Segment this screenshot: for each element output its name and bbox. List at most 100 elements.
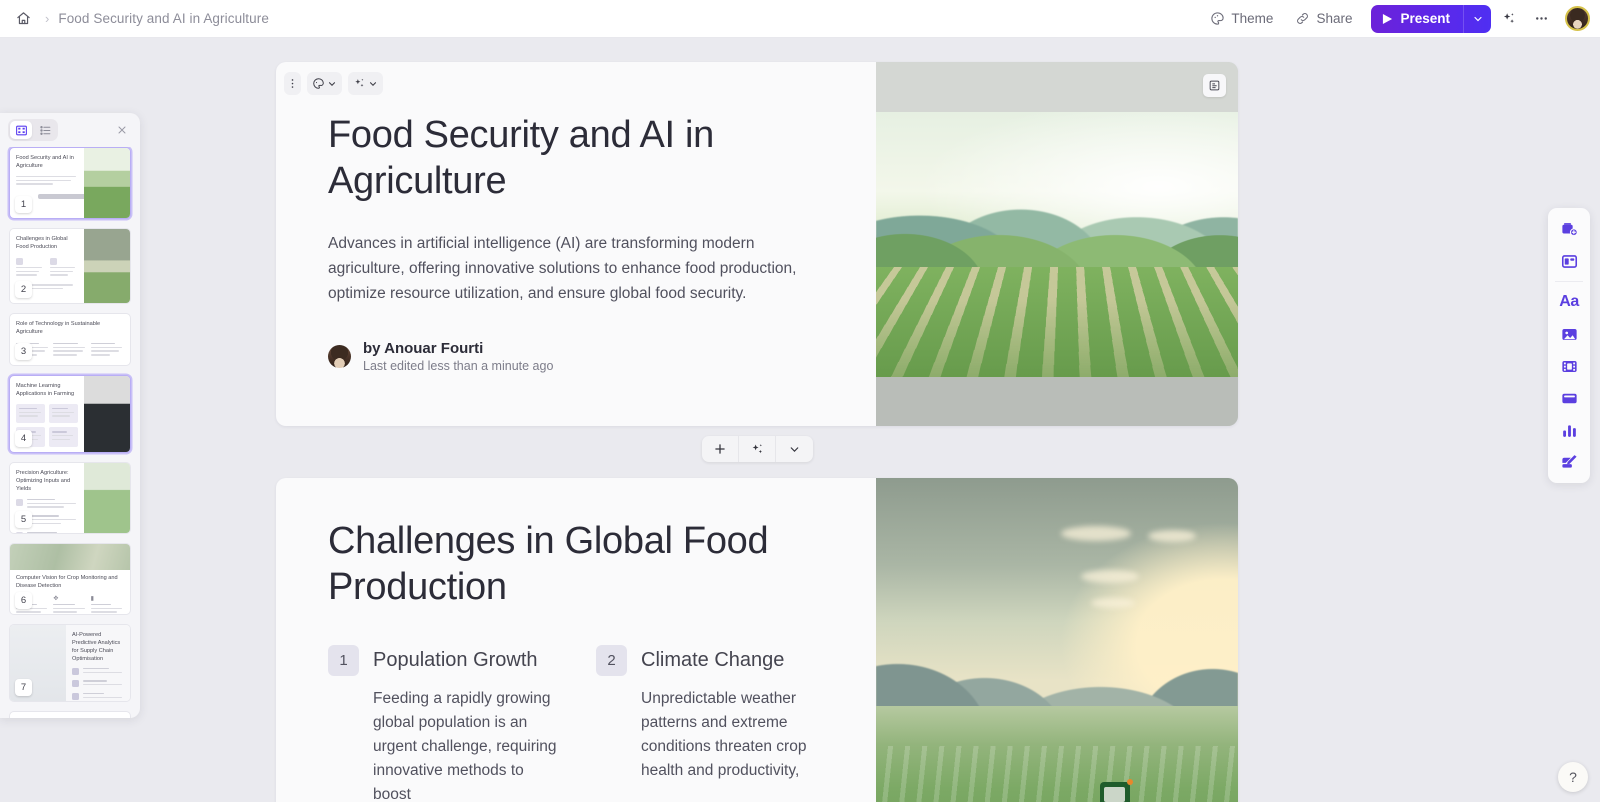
thumbnail-slide-3[interactable]: Role of Technology in Sustainable Agricu…	[9, 313, 131, 366]
item-number-chip: 1	[328, 644, 359, 676]
thumbnail-panel-header	[0, 113, 140, 147]
thumbnail-slide-1[interactable]: Food Security and AI in Agriculture 1	[9, 147, 131, 219]
slide-1-text-column: Food Security and AI in Agriculture Adva…	[276, 62, 876, 426]
image-icon[interactable]	[1553, 319, 1585, 349]
sparkle-icon	[752, 443, 762, 453]
slide-theme-button[interactable]	[307, 72, 342, 95]
present-button-group[interactable]: Present	[1371, 4, 1491, 33]
add-card-button[interactable]	[702, 436, 739, 462]
item-body[interactable]: Unpredictable weather patterns and extre…	[641, 687, 828, 784]
play-icon	[1383, 13, 1393, 24]
thumbnail-number: 1	[15, 196, 32, 213]
vertical-dots-icon	[291, 79, 294, 88]
chart-icon[interactable]	[1553, 415, 1585, 445]
share-label: Share	[1316, 11, 1353, 26]
item-number-chip: 2	[596, 644, 627, 676]
slide-1-toolbar	[284, 72, 383, 95]
slide-2-columns: 1 Population Growth Feeding a rapidly gr…	[328, 644, 828, 802]
user-avatar[interactable]	[1565, 6, 1590, 31]
insert-more-button[interactable]	[776, 436, 813, 462]
slide-card-1[interactable]: Food Security and AI in Agriculture Adva…	[276, 62, 1238, 426]
slide-canvas: Food Security and AI in Agriculture Adva…	[0, 38, 1600, 802]
embed-icon[interactable]	[1553, 383, 1585, 413]
insert-ai-button[interactable]	[739, 436, 776, 462]
sparkle-icon	[355, 78, 364, 87]
media-icon[interactable]	[1553, 351, 1585, 381]
help-button[interactable]: ?	[1558, 762, 1588, 792]
close-icon[interactable]	[112, 120, 132, 140]
thumbnail-title: Food Security and AI in Agriculture	[16, 155, 74, 169]
right-tool-rail: Aa	[1548, 208, 1590, 483]
thumbnail-slide-2[interactable]: Challenges in Global Food Production 2	[9, 228, 131, 304]
rail-divider	[1555, 281, 1583, 282]
slide-card-2[interactable]: Challenges in Global Food Production 1 P…	[276, 478, 1238, 802]
tractor-illustration	[1076, 779, 1148, 802]
thumbnail-list[interactable]: Food Security and AI in Agriculture 1 Ch…	[0, 147, 140, 718]
tractor-field-image	[876, 478, 1238, 802]
chevron-down-icon	[328, 81, 336, 86]
slide-2-item-1[interactable]: 1 Population Growth Feeding a rapidly gr…	[328, 644, 560, 802]
share-button[interactable]: Share	[1286, 6, 1361, 31]
home-icon[interactable]	[10, 6, 36, 32]
thumbnail-number: 6	[15, 592, 32, 609]
ai-sparkle-button[interactable]	[1495, 5, 1523, 33]
slide-1-image[interactable]	[876, 62, 1238, 426]
thumbnail-slide-4[interactable]: Machine Learning Applications in Farming…	[9, 375, 131, 453]
more-options-button[interactable]	[1527, 5, 1555, 33]
slide-1-body[interactable]: Advances in artificial intelligence (AI)…	[328, 231, 828, 306]
ellipsis-icon	[1535, 17, 1547, 20]
plus-icon	[715, 444, 725, 454]
slide-1-byline: by Anouar Fourti Last edited less than a…	[328, 340, 828, 373]
chevron-down-icon	[790, 446, 799, 452]
slide-2-text-column: Challenges in Global Food Production 1 P…	[276, 478, 876, 802]
thumbnail-slide-6[interactable]: Computer Vision for Crop Monitoring and …	[9, 543, 131, 615]
theme-label: Theme	[1231, 11, 1274, 26]
last-edited-label: Last edited less than a minute ago	[363, 359, 554, 374]
draw-icon[interactable]	[1553, 447, 1585, 477]
present-label: Present	[1400, 11, 1450, 26]
top-bar-actions: Theme Share Present	[1201, 4, 1600, 33]
thumbnail-slide-8[interactable]: The Future of Food Security: AI and the …	[9, 711, 131, 718]
thumbnail-title: Machine Learning Applications in Farming	[16, 383, 75, 397]
present-dropdown-button[interactable]	[1463, 4, 1491, 33]
thumbnail-title: Computer Vision for Crop Monitoring and …	[16, 575, 118, 589]
author-name: by Anouar Fourti	[363, 340, 484, 358]
thumbnail-title: Role of Technology in Sustainable Agricu…	[16, 321, 101, 335]
add-card-icon[interactable]	[1553, 214, 1585, 244]
thumbnail-slide-7[interactable]: AI-Powered Predictive Analytics for Supp…	[9, 624, 131, 702]
item-heading[interactable]: Population Growth	[373, 649, 538, 672]
item-heading[interactable]: Climate Change	[641, 649, 784, 672]
notes-panel-icon[interactable]	[1203, 74, 1226, 97]
thumbnail-image	[84, 376, 130, 452]
document-title[interactable]: Food Security and AI in Agriculture	[58, 11, 269, 26]
breadcrumb: › Food Security and AI in Agriculture	[0, 6, 269, 32]
thumbnail-number: 4	[15, 430, 32, 447]
thumbnail-image	[10, 544, 130, 570]
thumbnail-image	[84, 229, 130, 303]
sparkle-icon	[1503, 12, 1514, 23]
slide-ai-button[interactable]	[348, 72, 383, 95]
slide-2-title[interactable]: Challenges in Global Food Production	[328, 518, 828, 611]
thumbnail-image	[84, 148, 130, 218]
chevron-down-icon	[369, 81, 377, 86]
theme-button[interactable]: Theme	[1201, 6, 1282, 31]
thumbnail-slide-5[interactable]: Precision Agriculture: Optimizing Inputs…	[9, 462, 131, 534]
view-mode-toggle[interactable]	[8, 119, 58, 141]
slide-options-button[interactable]	[284, 72, 301, 95]
thumbnail-number: 7	[15, 679, 32, 696]
top-bar: › Food Security and AI in Agriculture Th…	[0, 0, 1600, 38]
thumbnail-title: AI-Powered Predictive Analytics for Supp…	[72, 632, 121, 662]
insert-card-toolbar[interactable]	[702, 436, 813, 462]
palette-icon	[313, 78, 324, 89]
slide-1-title[interactable]: Food Security and AI in Agriculture	[328, 112, 828, 205]
grid-view-icon[interactable]	[10, 121, 32, 139]
green-field-image	[876, 62, 1238, 426]
present-button[interactable]: Present	[1371, 5, 1463, 33]
text-icon[interactable]: Aa	[1553, 287, 1585, 317]
author-avatar	[328, 345, 351, 369]
list-view-icon[interactable]	[34, 121, 56, 139]
layout-icon[interactable]	[1553, 246, 1585, 276]
slide-2-image[interactable]	[876, 478, 1238, 802]
slide-2-item-2[interactable]: 2 Climate Change Unpredictable weather p…	[596, 644, 828, 802]
item-body[interactable]: Feeding a rapidly growing global populat…	[373, 687, 560, 802]
